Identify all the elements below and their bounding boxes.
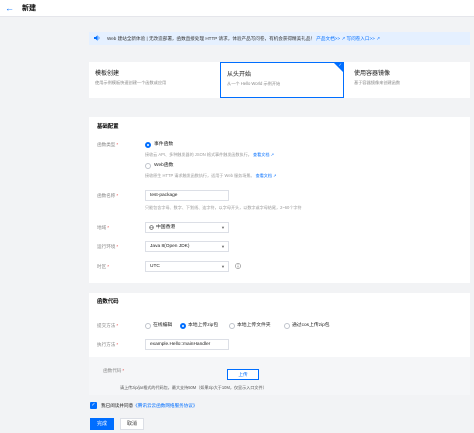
card-desc: 使用示例模板快速创建一个函数或应用 xyxy=(95,80,167,85)
notice-message: Web 建站全新体验 | 无改造部署，函数直接处理 HTTP 请求，体验产品写问… xyxy=(107,36,316,41)
handler-input[interactable]: example.Hello::mainHandler xyxy=(145,339,229,350)
agreement-checkbox[interactable]: ✓ xyxy=(90,402,97,409)
function-code-title: 函数代码 xyxy=(97,299,119,305)
cos-zip-radio[interactable] xyxy=(284,323,290,329)
online-edit-radio[interactable] xyxy=(145,323,151,329)
timezone-value: UTC xyxy=(150,264,160,269)
notice-text: Web 建站全新体验 | 无改造部署，函数直接处理 HTTP 请求，体验产品写问… xyxy=(107,35,380,42)
external-link-icon: ↗ xyxy=(341,36,346,41)
card-from-scratch[interactable]: 从头开始 从一个 Hello World 示例开始 ✓ xyxy=(220,62,344,98)
upload-button[interactable]: 上传 xyxy=(227,369,259,380)
agreement-text: 我已阅读并同意《腾讯云云函数网络服务协议》 xyxy=(101,403,198,408)
func-name-label: 函数名称* xyxy=(97,193,119,198)
product-doc-link[interactable]: 产品文档>> xyxy=(316,36,340,41)
runtime-select[interactable]: Java 8(Open JDK) ▼ xyxy=(145,241,229,252)
external-link-icon: ↗ xyxy=(376,36,380,41)
basic-config-title: 基础配置 xyxy=(97,124,119,130)
runtime-label: 运行环境* xyxy=(97,244,119,249)
top-bar: ← 新建 xyxy=(0,0,474,17)
cos-zip-label: 通过cos上传zip包 xyxy=(292,323,330,328)
web-function-radio[interactable] xyxy=(145,163,151,169)
online-edit-label: 在线编辑 xyxy=(153,323,173,328)
chevron-down-icon: ▼ xyxy=(221,264,225,269)
chevron-down-icon: ▼ xyxy=(221,244,225,249)
handler-label: 执行方法* xyxy=(97,342,119,347)
card-title: 从头开始 xyxy=(227,72,252,78)
card-container-image[interactable]: 使用容器镜像 基于容器镜像来创建函数 xyxy=(348,62,470,98)
region-select[interactable]: 中国香港 ▼ xyxy=(145,222,229,233)
survey-link[interactable]: 写问卷入口>> xyxy=(346,36,374,41)
func-name-input[interactable]: test-package xyxy=(145,190,229,201)
speaker-icon xyxy=(94,35,100,41)
creation-method-panel: 模板创建 使用示例模板快速创建一个函数或应用 从头开始 从一个 Hello Wo… xyxy=(89,62,470,98)
cancel-button[interactable]: 取消 xyxy=(120,418,144,430)
chevron-down-icon: ▼ xyxy=(221,225,225,230)
card-desc: 从一个 Hello World 示例开始 xyxy=(227,81,281,86)
card-title: 模板创建 xyxy=(95,71,120,77)
package-label: 函数代码* xyxy=(103,368,125,373)
external-link-icon: ↗ xyxy=(270,152,274,157)
notice-bar: Web 建站全新体验 | 无改造部署，函数直接处理 HTTP 请求，体验产品写问… xyxy=(89,32,470,45)
web-function-desc: 接收原生 HTTP 请求触发函数执行，适用于 Web 服务场景。 查看文档 ↗ xyxy=(145,173,277,178)
runtime-value: Java 8(Open JDK) xyxy=(150,244,190,249)
event-function-label: 事件函数 xyxy=(154,142,174,147)
card-title: 使用容器镜像 xyxy=(354,71,391,77)
event-function-radio[interactable] xyxy=(145,142,151,148)
agreement-link[interactable]: 《腾讯云云函数网络服务协议》 xyxy=(133,403,197,408)
info-icon[interactable] xyxy=(235,263,241,269)
submit-button[interactable]: 完成 xyxy=(90,418,114,430)
arrow-left-icon[interactable]: ← xyxy=(5,3,14,13)
region-label: 地域* xyxy=(97,225,109,230)
web-function-label: Web函数 xyxy=(154,163,174,168)
event-function-desc: 接收云 API、多种触发器的 JSON 格式事件触发函数执行。 查看文档 ↗ xyxy=(145,152,274,157)
globe-icon xyxy=(149,225,154,230)
timezone-select[interactable]: UTC ▼ xyxy=(145,261,229,272)
region-value: 中国香港 xyxy=(156,225,176,230)
card-template[interactable]: 模板创建 使用示例模板快速创建一个函数或应用 xyxy=(89,62,217,98)
timezone-label: 时区* xyxy=(97,264,109,269)
local-folder-label: 本地上传文件夹 xyxy=(237,323,271,328)
check-icon: ✓ xyxy=(338,62,342,67)
submit-method-label: 提交方法* xyxy=(97,323,119,328)
page-title: 新建 xyxy=(22,5,36,12)
func-type-label: 函数类型* xyxy=(97,142,119,147)
external-link-icon: ↗ xyxy=(273,173,277,178)
web-doc-link[interactable]: 查看文档 xyxy=(256,173,272,178)
local-zip-label: 本地上传zip包 xyxy=(188,323,219,328)
event-doc-link[interactable]: 查看文档 xyxy=(253,152,269,157)
local-zip-radio[interactable] xyxy=(180,323,186,329)
local-folder-radio[interactable] xyxy=(229,323,235,329)
upload-hint: 请上传zip/jar格式的代码包，最大支持50M（如果zip大于10M，仅显示入… xyxy=(120,385,267,390)
card-desc: 基于容器镜像来创建函数 xyxy=(354,80,401,85)
func-name-hint: 只能包含字母、数字、下划线、连字符，以字母开头，以数字或字母结尾，2~60个字符 xyxy=(145,205,302,210)
